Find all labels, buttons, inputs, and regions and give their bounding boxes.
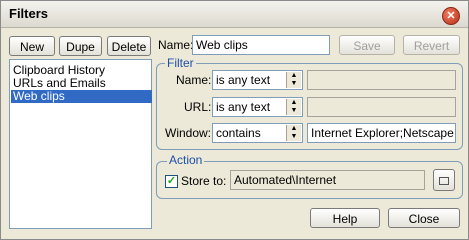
store-to-checkbox[interactable]: ✓ [165, 175, 178, 188]
title-bar[interactable]: Filters ✕ [1, 1, 468, 28]
folder-icon [439, 177, 449, 185]
filters-list[interactable]: Clipboard History URLs and Emails Web cl… [9, 59, 152, 229]
filter-group-title: Filter [165, 56, 196, 70]
filter-window-label: Window: [165, 126, 212, 140]
filter-name-label: Name: [176, 73, 212, 87]
window-title: Filters [9, 6, 49, 21]
name-value-input[interactable] [307, 70, 456, 90]
name-input[interactable]: Web clips [192, 35, 330, 55]
spin-arrows-icon[interactable]: ▲ ▼ [286, 99, 301, 115]
revert-button[interactable]: Revert [403, 35, 460, 55]
action-group-title: Action [167, 153, 205, 167]
list-item-selected[interactable]: Web clips [11, 90, 152, 103]
window-value-input[interactable]: Internet Explorer;Netscape Na [307, 123, 456, 143]
window-operator-value: contains [216, 126, 261, 140]
spin-arrows-icon[interactable]: ▲ ▼ [286, 125, 301, 141]
browse-button[interactable] [433, 169, 455, 191]
name-operator-select[interactable]: is any text ▲ ▼ [212, 70, 303, 90]
url-operator-value: is any text [216, 100, 271, 114]
window-operator-select[interactable]: contains ▲ ▼ [212, 123, 303, 143]
store-to-field: Automated\Internet [230, 170, 425, 190]
url-value-input[interactable] [307, 97, 456, 117]
delete-button[interactable]: Delete [107, 36, 151, 56]
name-label: Name: [158, 38, 194, 52]
filters-window: Filters ✕ New Dupe Delete Clipboard Hist… [0, 0, 469, 240]
url-operator-select[interactable]: is any text ▲ ▼ [212, 97, 303, 117]
spin-arrows-icon[interactable]: ▲ ▼ [286, 72, 301, 88]
store-to-label: Store to: [181, 174, 227, 188]
close-button[interactable]: Close [388, 208, 460, 228]
help-button[interactable]: Help [310, 208, 380, 228]
name-operator-value: is any text [216, 73, 271, 87]
save-button[interactable]: Save [339, 35, 395, 55]
close-window-icon[interactable]: ✕ [442, 7, 460, 25]
dupe-button[interactable]: Dupe [59, 36, 102, 56]
filter-url-label: URL: [184, 100, 212, 114]
new-button[interactable]: New [9, 36, 55, 56]
